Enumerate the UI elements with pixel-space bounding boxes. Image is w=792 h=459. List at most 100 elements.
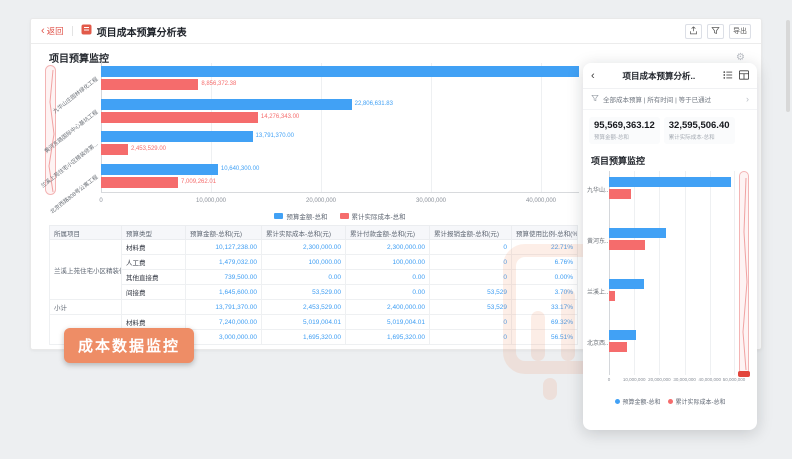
value-cell: 2,300,000.00 — [346, 240, 430, 255]
stat-label: 累计实际成本-总和 — [669, 133, 730, 141]
chart-x-axis: 010,000,00020,000,00030,000,00040,000,00… — [101, 198, 579, 206]
gridline — [710, 171, 711, 375]
stat-value: 95,569,363.12 — [594, 120, 655, 131]
budget-type-cell: 人工费 — [122, 255, 186, 270]
bar-value-label: 2,453,529.00 — [131, 146, 166, 153]
share-button[interactable] — [685, 24, 702, 39]
panel-filter-chevron-icon: › — [746, 94, 749, 104]
stat-label: 预算金额-总和 — [594, 133, 655, 141]
panel-header: ‹ 项目成本预算分析.. — [583, 63, 757, 89]
value-cell: 69.32% — [512, 315, 578, 330]
table-header-cell: 预算类型 — [122, 226, 186, 240]
table-row: 小计13,791,370.002,453,529.002,400,000.005… — [50, 300, 578, 315]
budget-bar — [609, 330, 636, 340]
filter-button[interactable] — [707, 24, 724, 39]
value-cell: 100,000.00 — [346, 255, 430, 270]
panel-list-icon[interactable] — [723, 67, 733, 85]
budget-bar — [609, 279, 644, 289]
value-cell: 33.17% — [512, 300, 578, 315]
export-button[interactable]: 导出 — [729, 24, 751, 39]
bar-value-label: 22,806,631.83 — [355, 101, 393, 108]
panel-category-label: 北京西.. — [587, 338, 608, 347]
panel-filter-text: 全部成本预算 | 所有时间 | 等于已通过 — [603, 94, 742, 104]
legend-item[interactable]: 预算金额-总和 — [615, 397, 661, 406]
panel-stats: 95,569,363.12 预算金额-总和 32,595,506.40 累计实际… — [583, 110, 757, 149]
axis-tick-label: 50,000,000 — [723, 377, 746, 382]
table-header-row: 所属项目预算类型预算金额-总和(元)累计实际成本-总和(元)累计付款金额-总和(… — [50, 226, 578, 240]
value-cell: 0.00 — [262, 270, 346, 285]
gridline — [659, 171, 660, 375]
axis-tick-label: 40,000,000 — [699, 377, 722, 382]
legend-item[interactable]: 预算金额-总和 — [274, 211, 327, 221]
value-cell: 3,000,000.00 — [186, 330, 262, 345]
budget-bar — [609, 177, 731, 187]
axis-tick-label: 30,000,000 — [416, 198, 446, 204]
actual-cost-bar — [101, 79, 198, 90]
funnel-icon — [711, 26, 720, 37]
panel-zoom-slider[interactable] — [739, 171, 749, 375]
value-cell: 1,695,320.00 — [346, 330, 430, 345]
bar-value-label: 10,640,300.00 — [221, 166, 259, 173]
value-cell: 22.71% — [512, 240, 578, 255]
axis-tick-label: 40,000,000 — [526, 198, 556, 204]
table-header-cell: 累计付款金额-总和(元) — [346, 226, 430, 240]
export-label: 导出 — [733, 26, 747, 36]
table-header-cell: 所属项目 — [50, 226, 122, 240]
back-button[interactable]: ‹ 返回 — [41, 25, 64, 37]
value-cell: 0.00% — [512, 270, 578, 285]
value-cell: 0 — [430, 255, 512, 270]
gridline — [734, 171, 735, 375]
value-cell: 739,500.00 — [186, 270, 262, 285]
value-cell: 0 — [430, 270, 512, 285]
value-cell: 0 — [430, 315, 512, 330]
page-scrollbar[interactable] — [786, 20, 790, 112]
panel-section-title: 项目预算监控 — [583, 149, 757, 169]
value-cell: 3.70% — [512, 285, 578, 300]
axis-tick-label: 0 — [608, 377, 611, 382]
panel-category-label: 兰溪上.. — [587, 287, 608, 296]
table-row: 兰溪上苑住宅小区精装修第...材料费10,127,238.002,300,000… — [50, 240, 578, 255]
budget-type-cell: 材料费 — [122, 240, 186, 255]
budget-type-cell — [122, 300, 186, 315]
panel-category-label: 黄河东.. — [587, 236, 608, 245]
value-cell: 2,300,000.00 — [262, 240, 346, 255]
axis-tick-label: 10,000,000 — [623, 377, 646, 382]
actual-cost-bar — [609, 189, 631, 199]
toolbar: ‹ 返回 项目成本预算分析表 导出 — [31, 19, 761, 44]
panel-title: 项目成本预算分析.. — [595, 70, 723, 82]
budget-bar — [101, 99, 352, 110]
gridline — [321, 63, 322, 192]
axis-tick-label: 30,000,000 — [673, 377, 696, 382]
gridline — [634, 171, 635, 375]
gridline — [685, 171, 686, 375]
legend-label: 预算金额-总和 — [623, 397, 661, 406]
value-cell: 13,791,370.00 — [186, 300, 262, 315]
panel-filter-bar[interactable]: 全部成本预算 | 所有时间 | 等于已通过 › — [583, 89, 757, 110]
value-cell: 100,000.00 — [262, 255, 346, 270]
panel-filter-icon — [591, 94, 599, 104]
legend-item[interactable]: 累计实际成本-总和 — [340, 211, 406, 221]
legend-label: 累计实际成本-总和 — [352, 211, 406, 221]
table-header-cell: 预算使用比例-总和(%) — [512, 226, 578, 240]
stat-budget-total: 95,569,363.12 预算金额-总和 — [589, 117, 660, 144]
bar-value-label: 8,856,372.38 — [201, 81, 236, 88]
value-cell: 5,019,004.01 — [346, 315, 430, 330]
legend-item[interactable]: 累计实际成本-总和 — [668, 397, 726, 406]
axis-tick-label: 20,000,000 — [648, 377, 671, 382]
legend-swatch — [340, 213, 349, 219]
panel-chart: 九华山..黄河东..兰溪上..北京西.. 010,000,00020,000,0… — [583, 169, 757, 385]
table-header-cell: 预算金额-总和(元) — [186, 226, 262, 240]
toolbar-actions: 导出 — [685, 24, 751, 39]
mobile-preview-panel: ‹ 项目成本预算分析.. 全部成本预算 | 所有时间 | 等于已通过 › 95,… — [583, 63, 757, 430]
stat-value: 32,595,506.40 — [669, 120, 730, 131]
value-cell: 1,479,032.00 — [186, 255, 262, 270]
budget-table: 所属项目预算类型预算金额-总和(元)累计实际成本-总和(元)累计付款金额-总和(… — [49, 225, 578, 345]
cost-monitor-label: 成本数据监控 — [64, 328, 194, 363]
value-cell: 0 — [430, 330, 512, 345]
legend-label: 预算金额-总和 — [286, 211, 327, 221]
value-cell: 10,127,238.00 — [186, 240, 262, 255]
share-icon — [689, 26, 698, 37]
value-cell: 7,240,000.00 — [186, 315, 262, 330]
panel-grid-icon[interactable] — [739, 67, 749, 85]
value-cell: 53,529.00 — [262, 285, 346, 300]
